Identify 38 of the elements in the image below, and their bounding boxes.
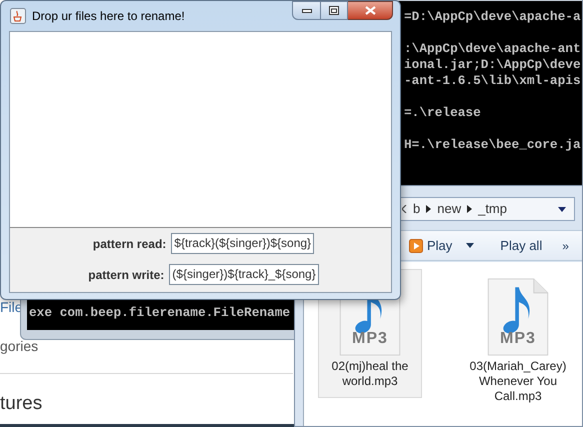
field-label: pattern read:	[92, 236, 166, 252]
more-button[interactable]: »	[560, 236, 571, 254]
close-icon	[364, 6, 376, 15]
dropdown-icon	[558, 206, 566, 212]
input-field[interactable]: (${singer})${track}_${song}	[169, 264, 319, 285]
play-all-button[interactable]: Play all	[498, 236, 544, 256]
play-button[interactable]: Play	[407, 236, 476, 256]
maximize-icon	[329, 6, 339, 15]
breadcrumb-item[interactable]: _tmp	[478, 199, 507, 219]
file-name[interactable]: 02(mj)heal the world.mp3	[319, 359, 421, 389]
close-button[interactable]	[348, 1, 393, 20]
chevron-left-icon	[402, 205, 407, 213]
triangle-right-icon	[426, 205, 432, 213]
file-type-label: MP3	[351, 330, 389, 348]
breadcrumb-item[interactable]: b	[413, 199, 420, 219]
music-file-icon	[487, 278, 549, 356]
console-line: exe com.beep.filerename.FileRename	[29, 305, 290, 321]
console-line: =D:\AppCp\deve\apache-a	[404, 9, 581, 25]
triangle-right-icon	[467, 205, 472, 213]
cup-icon	[10, 8, 26, 24]
field-label: pattern write:	[88, 266, 164, 284]
maximize-button[interactable]	[321, 1, 348, 20]
console-line: -ant-1.6.5\lib\xml-apis	[404, 73, 581, 89]
minimize-button[interactable]	[292, 1, 321, 20]
page-text: gories	[0, 337, 38, 356]
page-heading: tures	[0, 392, 42, 416]
file-type-label: MP3	[499, 330, 537, 348]
input-field[interactable]: ${track}(${singer})${song}	[171, 233, 314, 254]
console-line: ional.jar;D:\AppCp\deve	[404, 57, 581, 73]
caret-icon	[466, 243, 474, 248]
breadcrumb-item[interactable]: new	[437, 199, 462, 219]
file-name[interactable]: 03(Mariah_Carey) Whenever You Call.mp3	[467, 359, 569, 404]
window-title: Drop ur files here to rename!	[32, 8, 185, 25]
console-line: :\AppCp\deve\apache-ant	[404, 41, 581, 57]
console-line: =.\release	[404, 105, 482, 121]
play-icon	[409, 238, 423, 252]
console-line: H=.\release\bee_core.ja	[404, 137, 581, 153]
minimize-icon	[302, 8, 312, 12]
